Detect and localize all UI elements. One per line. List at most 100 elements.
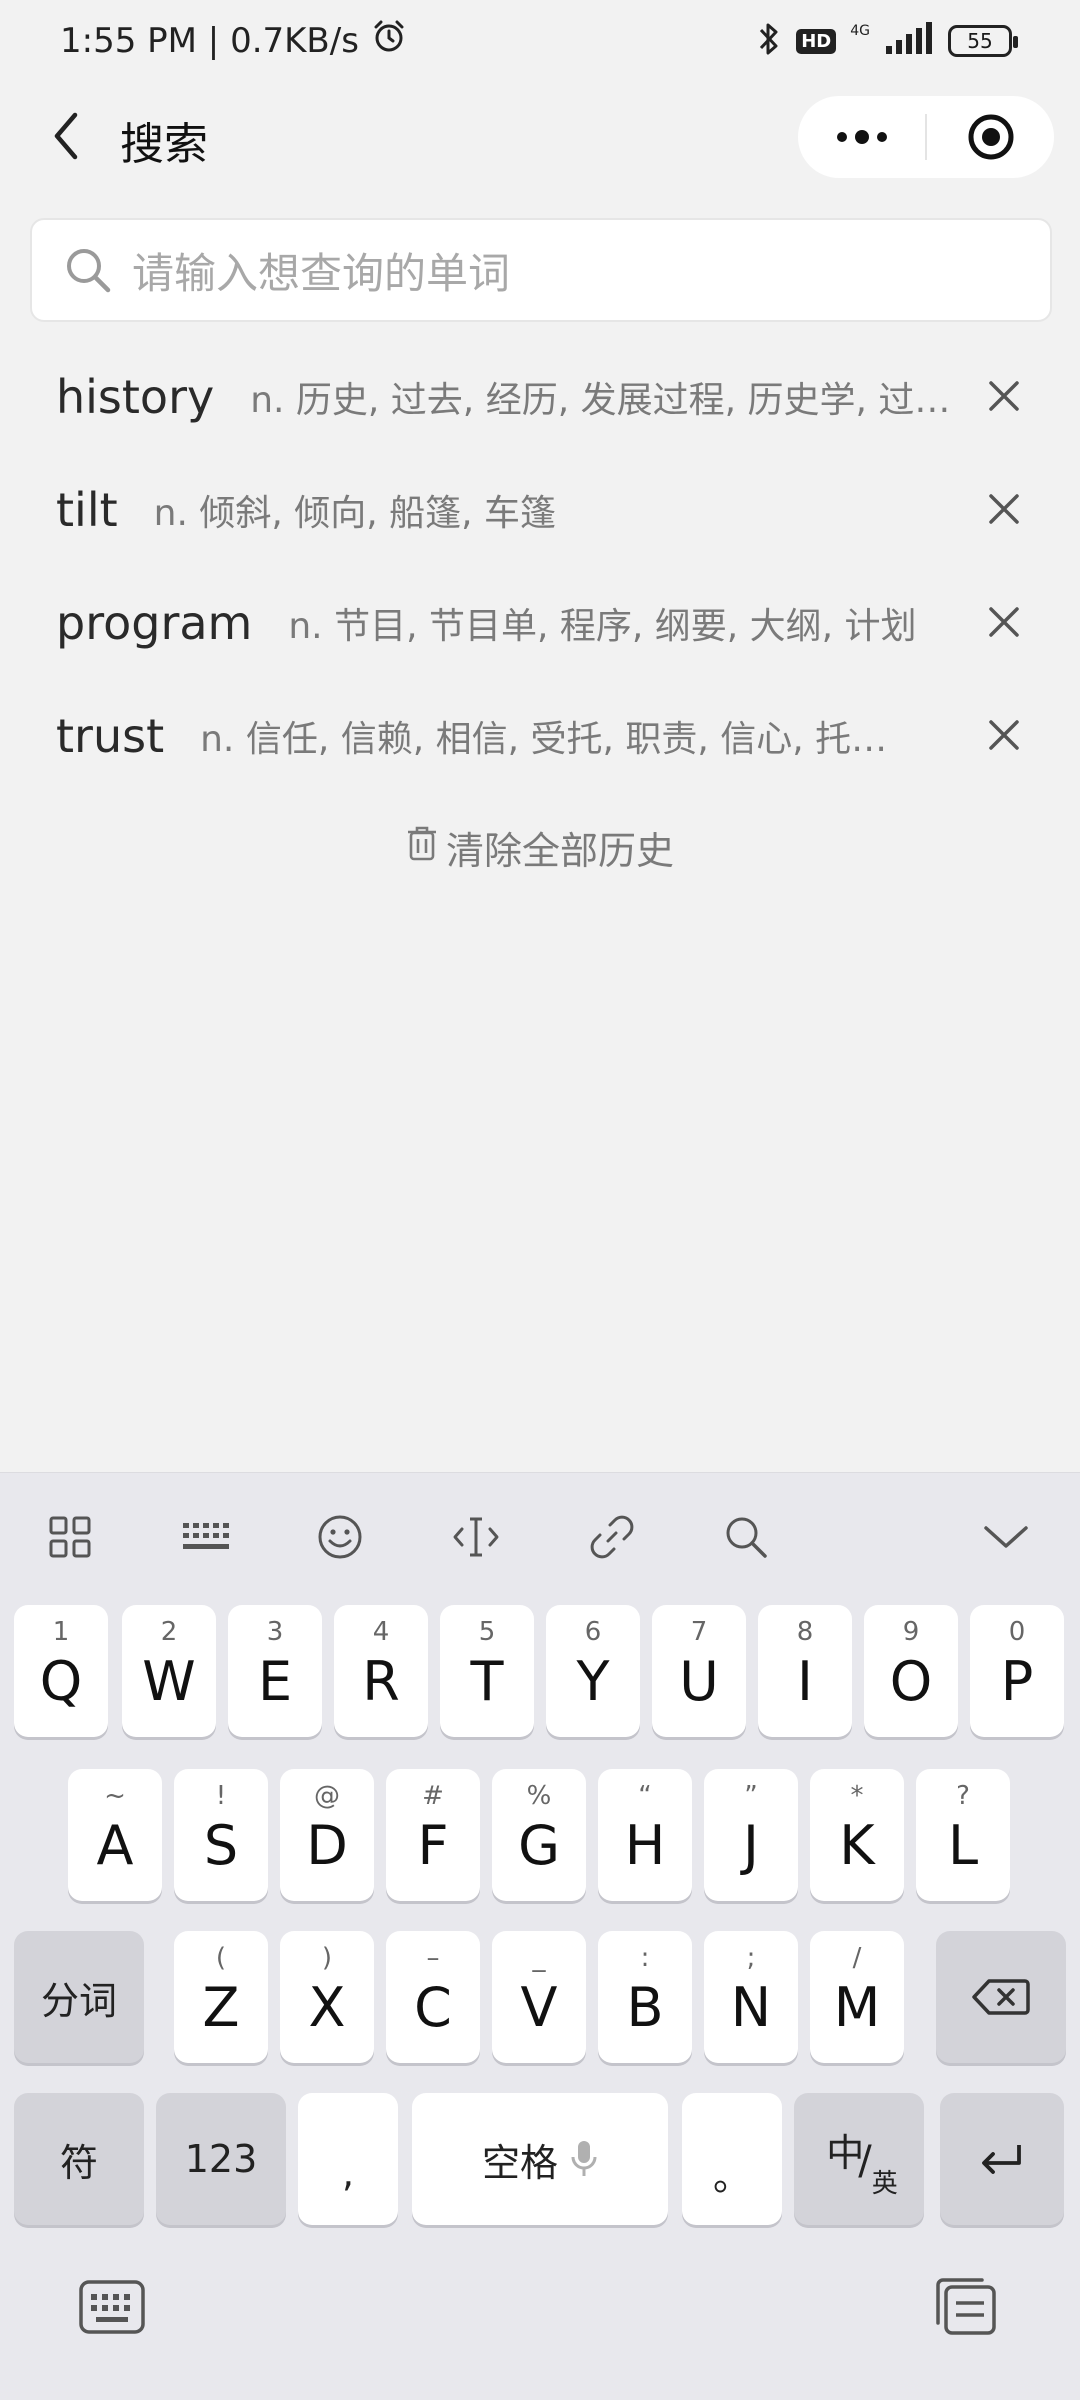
key-label: M bbox=[833, 1975, 881, 2039]
back-button[interactable] bbox=[36, 106, 96, 166]
enter-key[interactable] bbox=[940, 2093, 1064, 2225]
close-icon[interactable] bbox=[978, 709, 1030, 761]
search-icon[interactable] bbox=[716, 1507, 776, 1567]
key-sub-label: / bbox=[852, 1943, 862, 1973]
key-f[interactable]: # F bbox=[386, 1769, 480, 1901]
history-word: history bbox=[56, 369, 215, 424]
status-time: 1:55 PM | 0.7KB/s bbox=[60, 20, 359, 61]
more-button[interactable] bbox=[798, 96, 925, 178]
key-a[interactable]: ~ A bbox=[68, 1769, 162, 1901]
chevron-down-icon[interactable] bbox=[976, 1507, 1036, 1567]
symbols-key[interactable]: 符 bbox=[14, 2093, 144, 2225]
key-u[interactable]: 7U bbox=[652, 1605, 746, 1737]
segment-key-label: 分词 bbox=[40, 1978, 117, 2023]
key-label: Y bbox=[576, 1649, 610, 1713]
key-sub-label: % bbox=[526, 1781, 552, 1811]
key-h[interactable]: “H bbox=[598, 1769, 692, 1901]
key-label: B bbox=[626, 1975, 664, 2039]
key-label: R bbox=[362, 1649, 400, 1713]
clear-history-button[interactable]: 清除全部历史 bbox=[0, 820, 1080, 875]
key-q[interactable]: 1Q bbox=[14, 1605, 108, 1737]
keyboard-layout-icon[interactable] bbox=[176, 1507, 236, 1567]
key-sub-label: 4 bbox=[372, 1617, 390, 1647]
key-sub-label: * bbox=[850, 1781, 864, 1811]
close-miniprogram-button[interactable] bbox=[927, 96, 1054, 178]
period-key-label: 。 bbox=[712, 2154, 751, 2199]
key-g[interactable]: % G bbox=[492, 1769, 586, 1901]
key-sub-label: ? bbox=[956, 1781, 970, 1811]
language-switch-key[interactable]: 中 / 英 bbox=[794, 2093, 924, 2225]
key-z[interactable]: (Z bbox=[174, 1931, 268, 2063]
status-left: 1:55 PM | 0.7KB/s bbox=[60, 18, 407, 63]
key-m[interactable]: / M bbox=[810, 1931, 904, 2063]
numbers-key[interactable]: 123 bbox=[156, 2093, 286, 2225]
key-label: S bbox=[203, 1813, 239, 1877]
status-bar: 1:55 PM | 0.7KB/s HD 4G 55 bbox=[0, 0, 1080, 84]
key-label: O bbox=[889, 1649, 933, 1713]
key-sub-label: 6 bbox=[584, 1617, 602, 1647]
key-sub-label: 2 bbox=[160, 1617, 178, 1647]
close-icon[interactable] bbox=[978, 370, 1030, 422]
more-dots-icon bbox=[836, 130, 887, 144]
key-v[interactable]: _ V bbox=[492, 1931, 586, 2063]
period-key[interactable]: 。 bbox=[682, 2093, 782, 2225]
trash-icon bbox=[406, 825, 438, 870]
key-s[interactable]: ! S bbox=[174, 1769, 268, 1901]
key-n[interactable]: ; N bbox=[704, 1931, 798, 2063]
key-sub-label: : bbox=[640, 1943, 650, 1973]
key-sub-label: ; bbox=[746, 1943, 756, 1973]
space-key[interactable]: 空格 bbox=[412, 2093, 668, 2225]
key-l[interactable]: ? L bbox=[916, 1769, 1010, 1901]
clipboard-icon[interactable] bbox=[932, 2277, 1000, 2337]
grid-menu-icon[interactable] bbox=[40, 1507, 100, 1567]
backspace-key[interactable] bbox=[936, 1931, 1066, 2063]
chevron-left-icon bbox=[54, 112, 78, 160]
key-sub-label: ~ bbox=[104, 1781, 126, 1811]
key-sub-label: _ bbox=[532, 1943, 546, 1973]
history-word: program bbox=[56, 595, 253, 650]
key-i[interactable]: 8I bbox=[758, 1605, 852, 1737]
key-p[interactable]: 0P bbox=[970, 1605, 1064, 1737]
search-icon bbox=[62, 244, 114, 296]
key-label: D bbox=[306, 1813, 348, 1877]
key-k[interactable]: * K bbox=[810, 1769, 904, 1901]
key-sub-label: ! bbox=[215, 1781, 227, 1811]
key-y[interactable]: 6Y bbox=[546, 1605, 640, 1737]
target-icon bbox=[968, 114, 1013, 160]
comma-key[interactable]: , bbox=[298, 2093, 398, 2225]
key-c[interactable]: – C bbox=[386, 1931, 480, 2063]
key-x[interactable]: ) X bbox=[280, 1931, 374, 2063]
key-sub-label: 5 bbox=[478, 1617, 496, 1647]
key-e[interactable]: 3E bbox=[228, 1605, 322, 1737]
alarm-icon bbox=[371, 18, 407, 63]
key-label: H bbox=[624, 1813, 666, 1877]
key-label: X bbox=[308, 1975, 346, 2039]
emoji-icon[interactable] bbox=[310, 1507, 370, 1567]
comma-key-label: , bbox=[341, 2151, 355, 2195]
close-icon[interactable] bbox=[978, 483, 1030, 535]
key-o[interactable]: 9O bbox=[864, 1605, 958, 1737]
keyboard-icon[interactable] bbox=[78, 2277, 146, 2337]
symbols-key-label: 符 bbox=[59, 2140, 98, 2185]
key-r[interactable]: 4R bbox=[334, 1605, 428, 1737]
key-t[interactable]: 5T bbox=[440, 1605, 534, 1737]
cursor-move-icon[interactable] bbox=[446, 1507, 506, 1567]
lang-sub-label: 英 bbox=[871, 2168, 898, 2199]
key-b[interactable]: :B bbox=[598, 1931, 692, 2063]
battery-level: 55 bbox=[967, 29, 993, 53]
key-label: P bbox=[1000, 1649, 1034, 1713]
history-item[interactable]: tilt n. 倾斜, 倾向, 船篷, 车篷 bbox=[0, 453, 1080, 566]
history-item[interactable]: history n. 历史, 过去, 经历, 发展过程, 历史学, 过… bbox=[0, 340, 1080, 453]
key-w[interactable]: 2W bbox=[122, 1605, 216, 1737]
clipboard-link-icon[interactable] bbox=[582, 1507, 642, 1567]
segment-key[interactable]: 分词 bbox=[14, 1931, 144, 2063]
history-definition: n. 信任, 信赖, 相信, 受托, 职责, 信心, 托拉斯 bbox=[200, 718, 921, 760]
history-item[interactable]: program n. 节目, 节目单, 程序, 纲要, 大纲, 计划 bbox=[0, 566, 1080, 679]
key-j[interactable]: ” J bbox=[704, 1769, 798, 1901]
key-label: A bbox=[96, 1813, 134, 1877]
close-icon[interactable] bbox=[978, 596, 1030, 648]
key-d[interactable]: @ D bbox=[280, 1769, 374, 1901]
history-item[interactable]: trust n. 信任, 信赖, 相信, 受托, 职责, 信心, 托拉斯 bbox=[0, 679, 1080, 792]
search-input[interactable]: 请输入想查询的单词 bbox=[30, 218, 1052, 322]
page-title: 搜索 bbox=[120, 119, 208, 170]
